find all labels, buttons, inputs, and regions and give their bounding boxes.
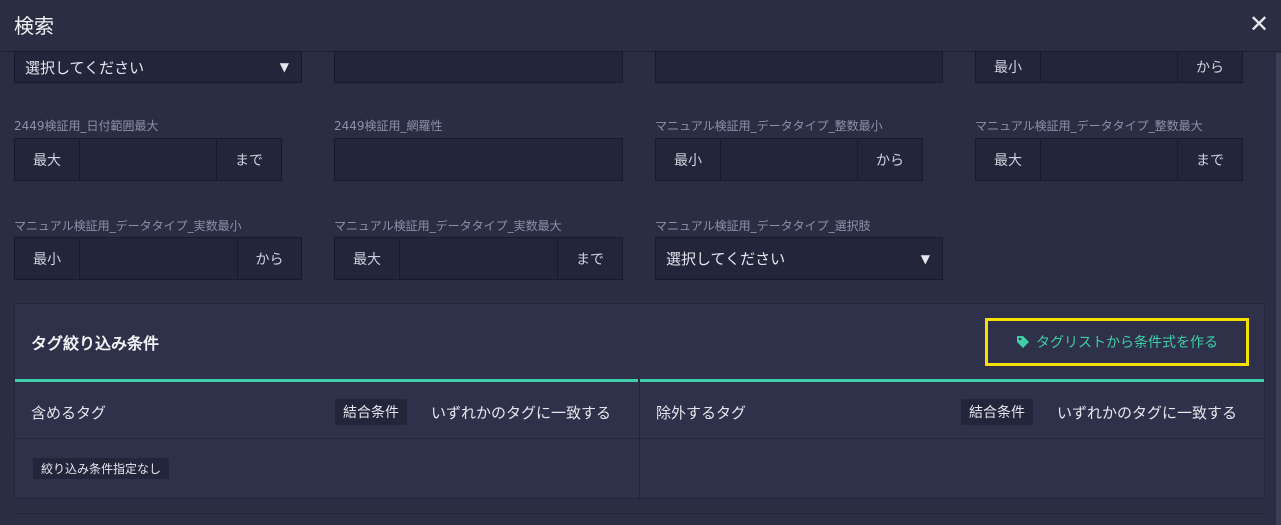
row1-select[interactable]: 選択してください ▼	[14, 51, 302, 83]
dialog-title: 検索	[14, 14, 54, 38]
row2-field1-input[interactable]	[79, 138, 217, 181]
row3-field3-label: マニュアル検証用_データタイプ_選択肢	[655, 219, 871, 233]
exclude-tags-header: 除外するタグ 結合条件 いずれかのタグに一致する	[640, 382, 1264, 439]
no-filter-badge: 絞り込み条件指定なし	[33, 458, 170, 479]
make-condition-from-tag-list-button[interactable]: タグリストから条件式を作る	[985, 318, 1249, 366]
row3-choice-select-value: 選択してください	[666, 250, 786, 268]
row3-field1-suffix: から	[237, 237, 302, 280]
exclude-tags-title: 除外するタグ	[656, 404, 747, 422]
row2-field4-suffix: まで	[1177, 138, 1243, 181]
next-panel-edge	[14, 513, 1265, 514]
close-icon[interactable]: ✕	[1243, 8, 1275, 40]
row1-text-input-3[interactable]	[655, 51, 943, 83]
row3-field1-label: マニュアル検証用_データタイプ_実数最小	[14, 219, 242, 233]
row2-field1-prefix: 最大	[14, 138, 80, 181]
row1-min-prefix: 最小	[975, 51, 1041, 83]
row3-field2-suffix: まで	[557, 237, 623, 280]
chevron-down-icon: ▼	[920, 251, 930, 266]
row1-from-suffix: から	[1177, 51, 1243, 83]
row2-field3-input[interactable]	[720, 138, 858, 181]
row1-select-value: 選択してください	[25, 58, 145, 77]
make-condition-button-label: タグリストから条件式を作る	[1036, 335, 1218, 351]
row2-field3-prefix: 最小	[655, 138, 721, 181]
row3-field1-input[interactable]	[79, 237, 238, 280]
tag-filter-title: タグ絞り込み条件	[31, 334, 160, 353]
row3-field2-prefix: 最大	[334, 237, 400, 280]
row3-choice-select[interactable]: 選択してください ▼	[655, 237, 943, 280]
chevron-down-icon: ▼	[279, 60, 289, 74]
include-combine-label: 結合条件	[335, 399, 407, 425]
row3-field1-prefix: 最小	[14, 237, 80, 280]
include-tags-title: 含めるタグ	[31, 404, 107, 422]
include-combine-value[interactable]: いずれかのタグに一致する	[431, 402, 611, 423]
scrollbar[interactable]	[1276, 53, 1281, 525]
row2-field3-suffix: から	[857, 138, 923, 181]
row2-field1-suffix: まで	[216, 138, 282, 181]
row2-field1-label: 2449検証用_日付範囲最大	[14, 119, 159, 133]
row2-field3-label: マニュアル検証用_データタイプ_整数最小	[655, 119, 883, 133]
row3-field2-input[interactable]	[399, 237, 558, 280]
exclude-combine-label: 結合条件	[961, 399, 1033, 425]
row2-field2-input[interactable]	[334, 138, 623, 181]
tag-icon	[1017, 336, 1029, 348]
exclude-combine-value[interactable]: いずれかのタグに一致する	[1057, 402, 1237, 423]
row2-field2-label: 2449検証用_網羅性	[334, 119, 443, 133]
row1-text-input-2[interactable]	[334, 51, 623, 83]
row2-field4-input[interactable]	[1040, 138, 1178, 181]
include-tags-header: 含めるタグ 結合条件 いずれかのタグに一致する	[15, 382, 639, 439]
row1-min-input[interactable]	[1040, 51, 1178, 83]
row3-field2-label: マニュアル検証用_データタイプ_実数最大	[334, 219, 562, 233]
row2-field4-prefix: 最大	[975, 138, 1041, 181]
tag-filter-panel: タグ絞り込み条件 タグリストから条件式を作る 含めるタグ 結合条件 いずれかのタ…	[14, 303, 1265, 500]
row2-field4-label: マニュアル検証用_データタイプ_整数最大	[975, 119, 1203, 133]
dialog-header: 検索 ✕	[0, 0, 1281, 52]
